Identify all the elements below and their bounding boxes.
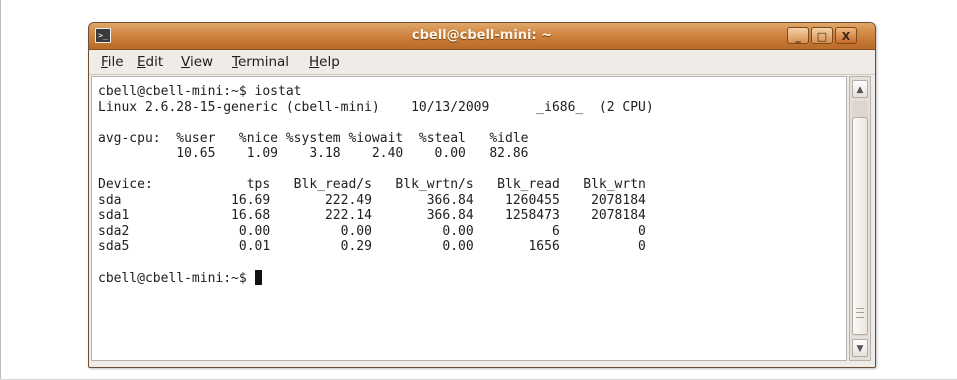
arrow-down-icon[interactable]: ▼ [852, 339, 868, 357]
shell-prompt: cbell@cbell-mini:~$ [98, 271, 255, 286]
menu-terminal-label: erminal [237, 54, 290, 70]
text-cursor [254, 270, 262, 285]
menu-view-mnemonic: V [181, 54, 190, 70]
terminal-line: cbell@cbell-mini:~$ iostat [98, 84, 302, 99]
window-title: cbell@cbell-mini: ~ [411, 28, 553, 43]
menu-file-mnemonic: F [101, 54, 108, 70]
menu-help[interactable]: Help [309, 50, 340, 74]
menu-edit-label: dit [145, 54, 164, 70]
terminal-text: cbell@cbell-mini:~$ iostat Linux 2.6.28-1… [98, 84, 654, 286]
terminal-window: >_ cbell@cbell-mini: ~ _ □ X File Edit V… [88, 22, 876, 368]
menu-bar: File Edit View Terminal Help [89, 50, 875, 75]
menu-file[interactable]: File [101, 50, 124, 74]
menu-help-label: elp [319, 54, 340, 70]
prompt-line[interactable]: cbell@cbell-mini:~$ [98, 270, 654, 286]
terminal-line: sda 16.69 222.49 366.84 1260455 2078184 [98, 192, 646, 208]
terminal-line: sda5 0.01 0.29 0.00 1656 0 [98, 239, 646, 254]
menu-terminal[interactable]: Terminal [232, 50, 289, 74]
terminal-line: 10.65 1.09 3.18 2.40 0.00 82.86 [98, 146, 529, 161]
menu-help-mnemonic: H [309, 54, 320, 70]
terminal-line: Device: tps Blk_read/s Blk_wrtn/s Blk_re… [98, 177, 646, 192]
scrollbar-thumb[interactable] [852, 117, 868, 335]
vertical-scrollbar[interactable]: ▲ ▼ [849, 76, 871, 361]
close-button[interactable]: X [835, 27, 857, 44]
menu-file-label: ile [107, 54, 124, 70]
maximize-button[interactable]: □ [811, 27, 833, 44]
frame-border-left [0, 0, 1, 380]
grip-icon [856, 308, 864, 318]
menu-edit-mnemonic: E [137, 54, 146, 70]
terminal-line: sda1 16.68 222.14 366.84 1258473 2078184 [98, 208, 646, 223]
terminal-line: avg-cpu: %user %nice %system %iowait %st… [98, 130, 529, 146]
terminal-line: sda2 0.00 0.00 0.00 6 0 [98, 223, 646, 239]
terminal-line: Linux 2.6.28-15-generic (cbell-mini) 10/… [98, 99, 654, 115]
terminal-output-area[interactable]: cbell@cbell-mini:~$ iostat Linux 2.6.28-1… [91, 76, 847, 361]
menu-view[interactable]: View [181, 50, 213, 74]
menu-view-label: iew [189, 54, 214, 70]
title-bar[interactable]: >_ cbell@cbell-mini: ~ _ □ X [89, 23, 875, 50]
arrow-up-icon[interactable]: ▲ [852, 80, 868, 98]
minimize-button[interactable]: _ [787, 27, 809, 44]
menu-edit[interactable]: Edit [137, 50, 163, 74]
